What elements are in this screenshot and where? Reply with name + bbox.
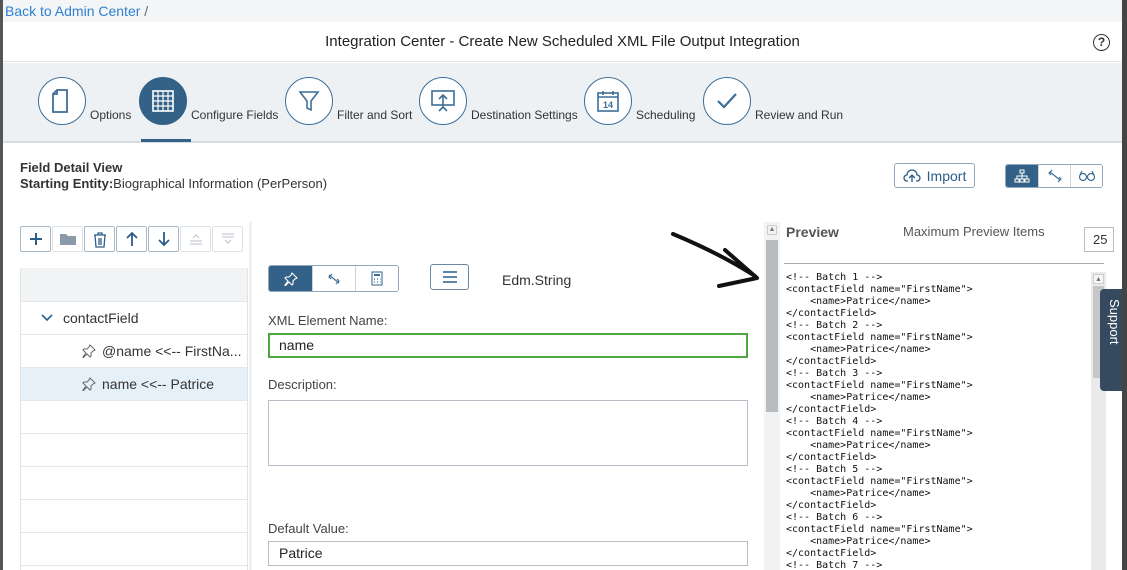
support-label: Support (1107, 299, 1122, 345)
scrollbar-thumb[interactable] (766, 240, 778, 412)
cloud-upload-icon (903, 168, 921, 182)
default-value-input[interactable]: Patrice (268, 541, 748, 566)
import-label: Import (926, 167, 967, 184)
breadcrumb: Back to Admin Center / (3, 0, 1122, 22)
delete-button[interactable] (84, 226, 115, 252)
tree-row-label: @name <<-- FirstNa... (102, 343, 242, 359)
step-label: Review and Run (755, 108, 844, 122)
step-label: Destination Settings (471, 108, 578, 122)
calculated-button[interactable] (355, 266, 398, 291)
tree-row-contactfield[interactable]: contactField (21, 302, 247, 335)
tree-empty-row (21, 533, 247, 566)
preview-view-button[interactable] (1070, 165, 1102, 187)
link-icon (1047, 169, 1062, 183)
move-down-button[interactable] (148, 226, 179, 252)
default-value-label: Default Value: (268, 521, 349, 536)
description-label: Description: (268, 377, 337, 392)
tree-view-button[interactable] (1006, 165, 1038, 187)
app-window: Back to Admin Center / Integration Cente… (0, 0, 1127, 570)
scroll-up-icon[interactable]: ▲ (1093, 274, 1104, 284)
pin-icon (82, 377, 96, 391)
step-label: Configure Fields (191, 108, 279, 122)
tree-row-label: contactField (63, 310, 139, 326)
field-type-toggle (268, 265, 399, 292)
import-button[interactable]: Import (894, 163, 975, 188)
trash-icon (93, 231, 106, 248)
arrow-up-icon (125, 231, 138, 246)
step-label: Filter and Sort (337, 108, 413, 122)
plus-icon (29, 233, 42, 245)
field-detail-title: Field Detail View (20, 160, 123, 175)
tree-toolbar (20, 226, 243, 252)
step-label: Scheduling (636, 108, 696, 122)
collapse-icon (189, 234, 202, 245)
starting-entity-value: Biographical Information (PerPerson) (113, 176, 328, 191)
back-to-admin-center-link[interactable]: Back to Admin Center (5, 3, 140, 19)
tree-empty-row (21, 434, 247, 467)
add-folder-button[interactable] (52, 226, 83, 252)
help-icon[interactable]: ? (1093, 34, 1110, 51)
calculator-icon (371, 271, 383, 286)
xml-preview: <!-- Batch 1 --> <contactField name="Fir… (786, 272, 973, 570)
move-up-button[interactable] (116, 226, 147, 252)
max-preview-label: Maximum Preview Items (903, 224, 1045, 239)
title-bar: Integration Center - Create New Schedule… (3, 22, 1122, 62)
field-tree: contactField @name <<-- FirstNa... name … (20, 268, 248, 570)
add-button[interactable] (20, 226, 51, 252)
xml-element-name-input[interactable]: name (268, 333, 748, 358)
field-detail-header: Field Detail View Starting Entity:Biogra… (20, 160, 327, 192)
chevron-down-icon[interactable] (41, 314, 53, 322)
support-tab[interactable]: Support (1100, 289, 1122, 391)
tree-row-name-element[interactable]: name <<-- Patrice (21, 368, 247, 401)
tree-header-row (21, 268, 247, 302)
starting-entity-label: Starting Entity: (20, 176, 114, 191)
calendar-day: 14 (603, 100, 613, 110)
tree-row-name-attribute[interactable]: @name <<-- FirstNa... (21, 335, 247, 368)
upload-board-icon (419, 77, 467, 125)
wizard-steps: Options Configure Fields Filter and Sort… (3, 63, 1122, 143)
xml-element-label: XML Element Name: (268, 313, 388, 328)
unmapped-button[interactable] (312, 266, 355, 291)
hierarchy-icon (1014, 169, 1030, 183)
tree-empty-row (21, 401, 247, 434)
calendar-icon: 14 (584, 77, 632, 125)
tree-empty-row (21, 467, 247, 500)
scroll-up-icon[interactable]: ▲ (767, 225, 777, 235)
tree-row-label: name <<-- Patrice (102, 376, 215, 392)
checkmark-icon (703, 77, 751, 125)
glasses-icon (1078, 170, 1095, 182)
folder-icon (59, 234, 76, 245)
step-label: Options (90, 108, 132, 122)
pin-icon (82, 344, 96, 358)
breadcrumb-separator: / (140, 3, 149, 19)
tree-empty-row (21, 500, 247, 533)
preview-header: Preview Maximum Preview Items (784, 222, 1104, 264)
arrow-down-icon (157, 232, 170, 247)
max-preview-input[interactable]: 25 (1084, 227, 1114, 252)
preview-title: Preview (786, 224, 839, 240)
field-data-type: Edm.String (502, 272, 572, 288)
pin-icon (283, 271, 298, 286)
pane-splitter[interactable] (249, 222, 252, 570)
collapse-all-button[interactable] (180, 226, 211, 252)
mapping-view-button[interactable] (1038, 165, 1070, 187)
description-textarea[interactable] (268, 400, 748, 466)
page-title: Integration Center - Create New Schedule… (325, 33, 800, 50)
unlink-icon (328, 273, 340, 284)
document-icon (38, 77, 86, 125)
field-menu-button[interactable] (430, 264, 469, 290)
expand-all-button[interactable] (212, 226, 243, 252)
expand-icon (221, 233, 234, 244)
filter-icon (285, 77, 333, 125)
menu-icon (442, 271, 457, 283)
direct-mapping-button[interactable] (269, 266, 312, 291)
active-step-indicator (141, 139, 191, 142)
view-mode-toggle (1005, 164, 1103, 188)
annotation-arrow (671, 232, 759, 288)
grid-icon (139, 77, 187, 125)
